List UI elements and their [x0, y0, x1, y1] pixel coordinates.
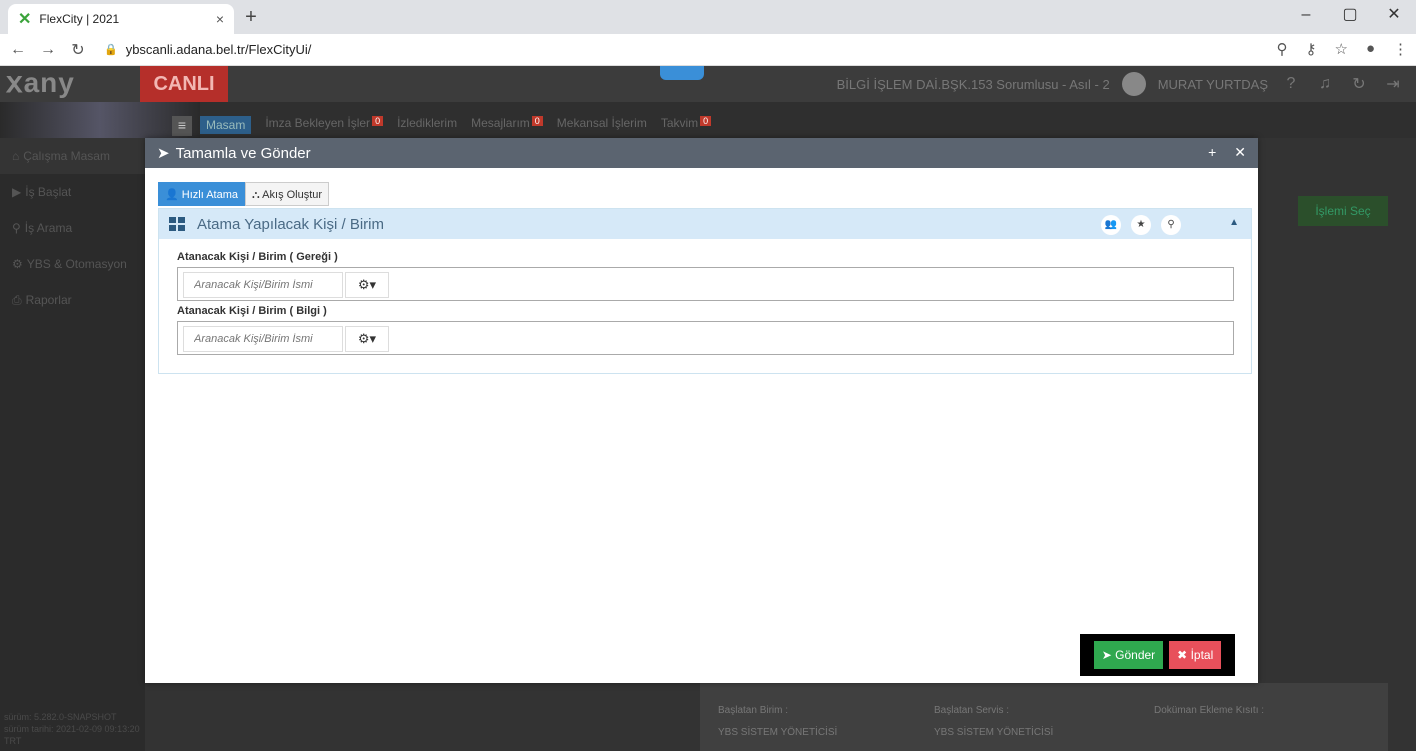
- modal-header: ➤ Tamamla ve Gönder + ✕: [145, 138, 1258, 168]
- baslatan-servis-label: Başlatan Servis :: [934, 705, 1010, 716]
- field-bilgi-label: Atanacak Kişi / Birim ( Bilgi ): [177, 305, 327, 317]
- notification-tab[interactable]: [660, 66, 704, 80]
- flexcity-favicon-icon: ✕: [18, 11, 32, 28]
- back-icon[interactable]: ←: [6, 41, 30, 59]
- header-banner: [0, 102, 200, 138]
- search-icon[interactable]: ⚲: [1161, 215, 1181, 235]
- bell-icon[interactable]: ♫: [1314, 75, 1336, 93]
- browser-tab-title: FlexCity | 2021: [39, 12, 120, 26]
- close-icon[interactable]: ✕: [1234, 144, 1246, 161]
- nav-mekansal[interactable]: Mekansal İşlerim: [557, 116, 647, 134]
- version-info: sürüm: 5.282.0-SNAPSHOT sürüm tarihi: 20…: [4, 712, 140, 746]
- user-icon: 👤: [165, 189, 182, 201]
- main-nav: ≡ Masam İmza Bekleyen İşler 0 İzledikleri…: [0, 102, 1416, 138]
- gear-dropdown-icon[interactable]: ⚙▾: [345, 272, 389, 298]
- nav-masam[interactable]: Masam: [200, 116, 252, 134]
- close-window-icon[interactable]: ✕: [1372, 0, 1416, 32]
- minimize-icon[interactable]: –: [1284, 0, 1328, 32]
- forward-icon[interactable]: →: [36, 41, 60, 59]
- avatar: [1121, 72, 1146, 96]
- baslatan-birim-label: Başlatan Birim :: [718, 705, 789, 716]
- field-gereği-box: ⚙▾: [177, 267, 1234, 301]
- islem-sec-button[interactable]: İşlemi Seç: [1298, 196, 1388, 226]
- sidebar-item-is-arama[interactable]: ⚲ İş Arama: [0, 210, 145, 246]
- sidebar-item-calisma-masam[interactable]: ⌂ Çalışma Masam: [0, 138, 145, 174]
- user-menu[interactable]: MURAT YURTDAŞ: [1158, 77, 1268, 92]
- dokuman-label: Doküman Ekleme Kısıtı :: [1154, 705, 1265, 716]
- expand-icon[interactable]: +: [1208, 144, 1216, 161]
- address-bar: ← → ↻ 🔒 ybscanli.adana.bel.tr/FlexCityUi…: [0, 34, 1416, 66]
- reload-icon[interactable]: ↻: [66, 40, 90, 60]
- tab-akis-olustur[interactable]: ⛬ Akış Oluştur: [245, 182, 330, 206]
- sidebar-item-raporlar[interactable]: ⎙ Raporlar: [0, 282, 145, 318]
- lock-icon[interactable]: 🔒: [104, 43, 118, 56]
- tamamla-gonder-modal: ➤ Tamamla ve Gönder + ✕ 👤 Hızlı Atama ⛬ …: [145, 138, 1258, 683]
- maximize-icon[interactable]: ▢: [1328, 0, 1372, 32]
- collapse-icon[interactable]: ▲: [1229, 217, 1239, 228]
- profile-icon[interactable]: ●: [1366, 40, 1375, 58]
- baslatan-birim-value: YBS SİSTEM YÖNETİCİSİ: [718, 727, 838, 738]
- play-icon: ▶: [12, 185, 22, 199]
- modal-footer: ➤ Gönder ✖ İptal: [1080, 634, 1235, 676]
- panel-header: Atama Yapılacak Kişi / Birim 👥 ★ ⚲ ▲: [159, 209, 1251, 239]
- gereği-search-input[interactable]: [183, 272, 343, 298]
- atama-panel: Atama Yapılacak Kişi / Birim 👥 ★ ⚲ ▲ Ata…: [158, 208, 1252, 374]
- sidebar-item-is-baslat[interactable]: ▶ İş Başlat: [0, 174, 145, 210]
- send-icon: ➤: [1101, 648, 1116, 662]
- field-gereği-label: Atanacak Kişi / Birim ( Gereği ): [177, 251, 338, 263]
- print-icon: ⎙: [12, 293, 22, 307]
- sitemap-icon: ⛬: [252, 189, 263, 201]
- send-icon: ➤: [157, 145, 170, 162]
- cancel-icon: ✖: [1177, 648, 1191, 662]
- star-icon[interactable]: ☆: [1334, 40, 1347, 58]
- nav-takvim[interactable]: Takvim 0: [661, 116, 712, 134]
- help-icon[interactable]: ?: [1280, 75, 1302, 93]
- tab-hizli-atama[interactable]: 👤 Hızlı Atama: [158, 182, 246, 206]
- browser-tab[interactable]: ✕ FlexCity | 2021 ×: [8, 4, 234, 34]
- role-selector[interactable]: BİLGİ İŞLEM DAİ.BŞK.153 Sorumlusu - Asıl…: [837, 77, 1110, 92]
- iptal-button[interactable]: ✖ İptal: [1169, 641, 1222, 669]
- app-header: ⅹany CANLI BİLGİ İŞLEM DAİ.BŞK.153 Sorum…: [0, 66, 1416, 102]
- gear-dropdown-icon[interactable]: ⚙▾: [345, 326, 389, 352]
- field-bilgi-box: ⚙▾: [177, 321, 1234, 355]
- group-icon[interactable]: 👥: [1101, 215, 1121, 235]
- background-details: Başlatan Birim : YBS SİSTEM YÖNETİCİSİ B…: [700, 683, 1388, 751]
- modal-title: Tamamla ve Gönder: [175, 144, 311, 162]
- sidebar: ⌂ Çalışma Masam ▶ İş Başlat ⚲ İş Arama ⚙ YBS…: [0, 138, 145, 751]
- menu-dots-icon[interactable]: ⋮: [1393, 40, 1408, 58]
- browser-tabstrip: ✕ FlexCity | 2021 × + – ▢ ✕: [0, 0, 1416, 34]
- xany-logo: ⅹany: [6, 67, 75, 98]
- nav-mesajlarim[interactable]: Mesajlarım 0: [471, 116, 543, 134]
- env-badge: CANLI: [140, 66, 228, 102]
- gonder-button[interactable]: ➤ Gönder: [1093, 641, 1164, 669]
- grid-icon: [169, 217, 185, 231]
- gear-icon: ⚙: [12, 257, 23, 271]
- url-text[interactable]: ybscanli.adana.bel.tr/FlexCityUi/: [126, 42, 312, 57]
- panel-title: Atama Yapılacak Kişi / Birim: [197, 215, 385, 233]
- baslatan-servis-value: YBS SİSTEM YÖNETİCİSİ: [934, 727, 1054, 738]
- close-tab-icon[interactable]: ×: [216, 11, 224, 27]
- location-icon[interactable]: ⚲: [1276, 40, 1287, 58]
- sidebar-item-ybs[interactable]: ⚙ YBS & Otomasyon: [0, 246, 145, 282]
- nav-izlediklerim[interactable]: İzlediklerim: [397, 116, 457, 134]
- favorite-star-icon[interactable]: ★: [1131, 215, 1151, 235]
- refresh-icon[interactable]: ↻: [1348, 74, 1370, 94]
- home-icon: ⌂: [12, 149, 20, 163]
- hamburger-icon[interactable]: ≡: [172, 116, 192, 136]
- logout-icon[interactable]: ⇥: [1382, 74, 1404, 94]
- search-icon: ⚲: [12, 221, 21, 235]
- nav-imza-bekleyen[interactable]: İmza Bekleyen İşler 0: [265, 116, 384, 134]
- new-tab-button[interactable]: +: [236, 4, 266, 32]
- bilgi-search-input[interactable]: [183, 326, 343, 352]
- key-icon[interactable]: ⚷: [1305, 40, 1316, 58]
